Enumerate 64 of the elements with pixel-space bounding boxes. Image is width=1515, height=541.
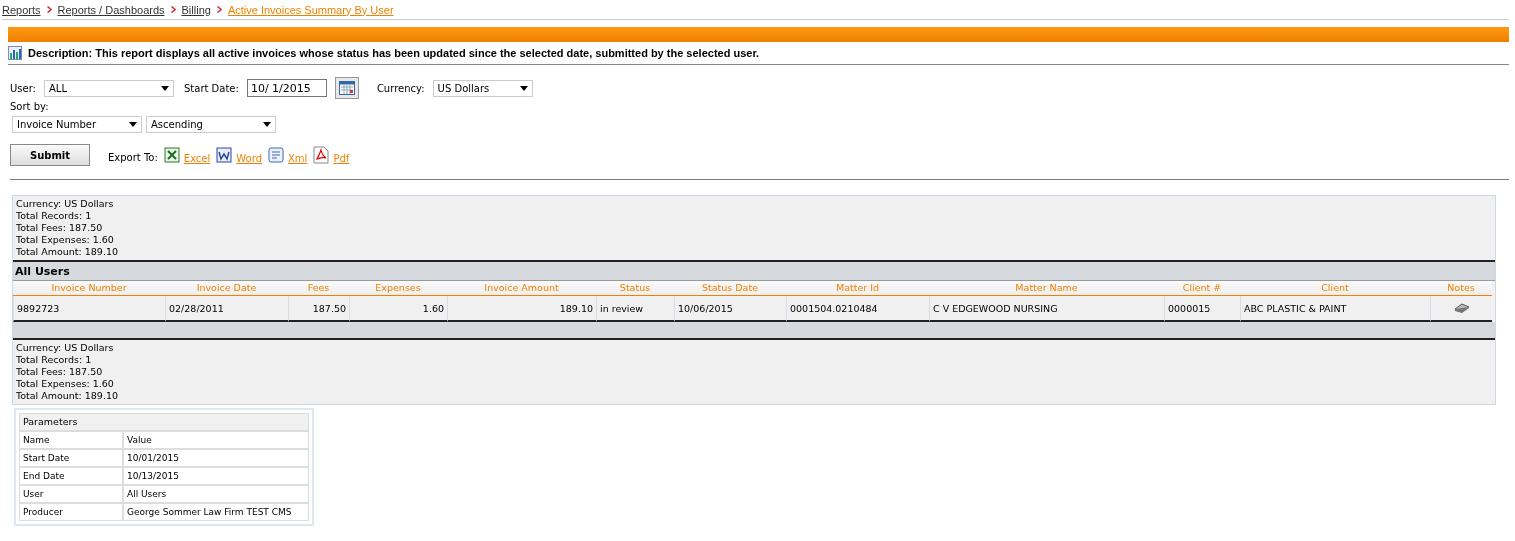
table-cell: 10/01/2015	[123, 449, 309, 467]
summary-line: Total Amount: 189.10	[16, 246, 119, 258]
caret-icon	[129, 122, 137, 127]
table-cell: End Date	[19, 467, 123, 485]
breadcrumb-link[interactable]: Reports / Dashboards	[57, 3, 165, 16]
caret-icon	[161, 85, 169, 91]
column-header: Client #	[1164, 281, 1240, 296]
summary-line: Total Fees: 187.50	[16, 222, 104, 234]
submit-button[interactable]: Submit	[10, 144, 90, 166]
spreadsheet-icon	[163, 147, 180, 163]
field-label: Start Date:	[184, 82, 239, 94]
table-cell: Producer	[19, 503, 123, 521]
text-file-icon	[268, 147, 284, 163]
column-header: Client	[1240, 281, 1430, 296]
column-header: Invoice Number	[13, 281, 165, 296]
field-label: Currency:	[376, 82, 425, 94]
summary-line: Total Expenses: 1.60	[16, 378, 115, 390]
chevron-icon	[170, 6, 176, 13]
table-cell: Value	[123, 431, 309, 449]
sort-label: Sort by:	[10, 101, 50, 112]
column-header: Matter Id	[786, 281, 929, 296]
summary-line: Total Amount: 189.10	[16, 390, 119, 402]
chevron-icon	[46, 6, 52, 13]
column-header: Invoice Amount	[447, 281, 596, 296]
column-header: Status	[596, 281, 674, 296]
user-select[interactable]: ALL	[44, 79, 174, 97]
table-cell: User	[19, 485, 123, 503]
table-cell: George Sommer Law Firm TEST CMS	[123, 503, 309, 521]
column-header: Status Date	[674, 281, 786, 296]
column-header: Notes	[1430, 281, 1492, 296]
sort-field-select[interactable]: Invoice Number	[12, 116, 142, 133]
table-cell: 10/13/2015	[123, 467, 309, 485]
export-label: Export To:	[108, 151, 158, 163]
bar-chart-icon	[8, 46, 22, 60]
currency-select[interactable]: US Dollars	[432, 79, 533, 97]
notes-icon[interactable]	[1453, 303, 1470, 313]
column-header: Invoice Date	[165, 281, 288, 296]
caret-icon	[263, 122, 271, 127]
summary-line: Total Expenses: 1.60	[16, 234, 115, 246]
chevron-icon	[216, 6, 222, 13]
calendar-button[interactable]	[334, 77, 359, 99]
document-icon	[216, 147, 233, 163]
calendar-icon	[338, 81, 355, 95]
summary-line: Total Records: 1	[16, 354, 93, 366]
date-input[interactable]: 10/ 1/2015	[246, 79, 327, 97]
summary-line: Total Fees: 187.50	[16, 366, 104, 378]
parameters-title: Parameters	[19, 413, 309, 431]
breadcrumb-link[interactable]: Billing	[181, 3, 211, 16]
breadcrumb-link[interactable]: Reports	[2, 3, 41, 16]
summary-line: Currency: US Dollars	[16, 198, 115, 210]
caret-icon	[519, 85, 528, 91]
sort-order-select[interactable]: Ascending	[146, 116, 276, 133]
column-header: Matter Name	[929, 281, 1164, 296]
table-cell: Start Date	[19, 449, 123, 467]
column-header: Fees	[288, 281, 349, 296]
group-title: All Users	[15, 264, 70, 278]
summary-line: Currency: US Dollars	[16, 342, 115, 354]
report-description: Description: This report displays all active invoices whose status has been updated since the selected date, submitted by the selected user.	[28, 47, 760, 59]
table-cell: Name	[19, 431, 123, 449]
table-cell: All Users	[123, 485, 309, 503]
summary-line: Total Records: 1	[16, 210, 93, 222]
pdf-icon	[313, 146, 330, 164]
field-label: User:	[10, 82, 36, 94]
column-header: Expenses	[349, 281, 447, 296]
